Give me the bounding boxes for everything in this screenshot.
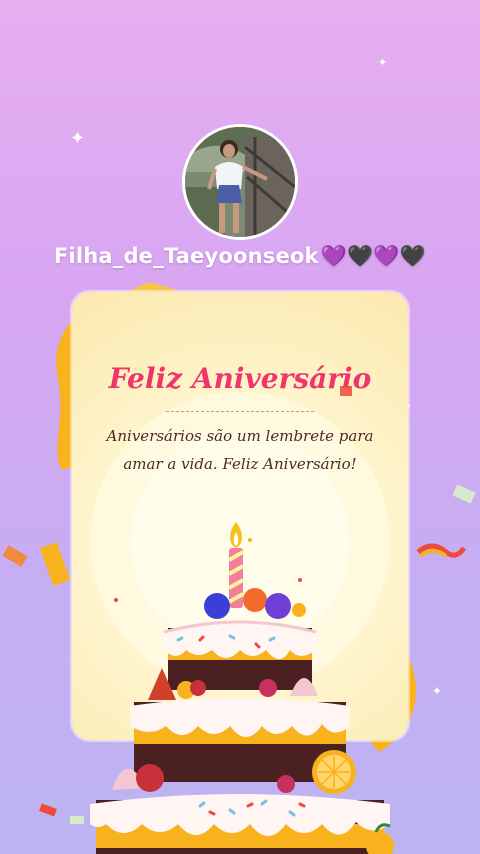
birthday-cake bbox=[90, 522, 394, 854]
candle bbox=[228, 522, 244, 608]
